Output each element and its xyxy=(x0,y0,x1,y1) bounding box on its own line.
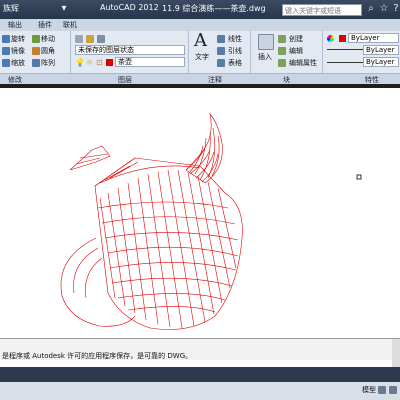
layer-tools-icon[interactable] xyxy=(86,35,94,43)
fillet-button[interactable]: 圆角 xyxy=(41,46,55,56)
insert-block-icon[interactable] xyxy=(258,34,274,50)
lineweight-dropdown[interactable]: ByLayer xyxy=(363,57,399,67)
mirror-icon[interactable] xyxy=(2,47,10,55)
scale-icon[interactable] xyxy=(2,59,10,67)
title-bar: 族辉 ▾ AutoCAD 2012 11.9 综合演练——茶壶.dwg 键入关键… xyxy=(0,0,400,19)
search-icon[interactable]: ⌕ xyxy=(365,3,377,15)
edit-attributes-icon[interactable] xyxy=(278,59,286,67)
lock-icon[interactable]: ⊡ xyxy=(96,58,103,67)
app-title: AutoCAD 2012 xyxy=(100,3,159,12)
fillet-icon[interactable] xyxy=(32,47,40,55)
table-button[interactable]: 表格 xyxy=(228,58,242,68)
search-input[interactable]: 键入关键字或短语 xyxy=(282,4,362,16)
edit-button[interactable]: 编辑 xyxy=(289,46,303,56)
leader-button[interactable]: 引线 xyxy=(228,46,242,56)
drawing-area[interactable] xyxy=(0,88,400,338)
layer-state-icon[interactable] xyxy=(97,35,105,43)
lid-band xyxy=(94,157,201,187)
tab-output[interactable]: 输出 xyxy=(8,20,22,30)
array-button[interactable]: 阵列 xyxy=(41,58,55,68)
edit-block-icon[interactable] xyxy=(278,47,286,55)
ucs-marker xyxy=(356,174,362,180)
command-window: 是程序或 Autodesk 许可的应用程序保存，是可靠的 DWG。 xyxy=(0,338,400,368)
status-strip: 模型 xyxy=(0,382,400,400)
app-menu-icon[interactable]: ▾ xyxy=(58,3,70,15)
linetype-preview xyxy=(327,49,363,50)
tab-online[interactable]: 联机 xyxy=(63,20,77,30)
linear-dimension-icon[interactable] xyxy=(217,35,225,43)
lightbulb-icon[interactable]: 💡 xyxy=(75,58,85,67)
title-fragment: 族辉 xyxy=(3,4,19,13)
linetype-dropdown[interactable]: ByLayer xyxy=(363,45,399,55)
linear-button[interactable]: 线性 xyxy=(228,34,242,44)
move-button[interactable]: 移动 xyxy=(41,34,55,44)
sun-icon[interactable]: ☼ xyxy=(86,58,93,67)
insert-button[interactable]: 插入 xyxy=(258,52,272,62)
move-icon[interactable] xyxy=(32,35,40,43)
settings-icon[interactable] xyxy=(389,386,397,394)
rotate-icon[interactable] xyxy=(2,35,10,43)
lid-knob xyxy=(69,145,111,171)
edit-attributes-button[interactable]: 编辑属性 xyxy=(289,58,317,68)
create-button[interactable]: 创建 xyxy=(289,34,303,44)
status-bar: 模型 xyxy=(0,367,400,400)
text-button[interactable]: 文字 xyxy=(195,52,209,62)
teapot-wireframe xyxy=(60,112,362,330)
color-wheel-icon[interactable] xyxy=(327,35,334,42)
layer-state-dropdown[interactable]: 未保存的图层状态 xyxy=(75,45,185,55)
teapot-body xyxy=(94,157,243,330)
layer-properties-icon[interactable] xyxy=(75,35,83,43)
help-icon[interactable]: ? xyxy=(390,3,400,15)
layout-icon[interactable] xyxy=(378,386,386,394)
color-swatch xyxy=(339,35,346,42)
layer-color-swatch xyxy=(106,59,113,66)
array-icon[interactable] xyxy=(32,59,40,67)
current-layer-dropdown[interactable]: 茶壶 xyxy=(115,57,185,67)
lineweight-preview xyxy=(327,62,363,63)
create-block-icon[interactable] xyxy=(278,35,286,43)
rotate-button[interactable]: 旋转 xyxy=(11,34,25,44)
star-icon[interactable]: ☆ xyxy=(378,3,390,15)
model-button[interactable]: 模型 xyxy=(362,385,376,395)
document-title: 11.9 综合演练——茶壶.dwg xyxy=(162,4,266,13)
text-icon[interactable]: A xyxy=(194,30,207,51)
scale-button[interactable]: 缩放 xyxy=(11,58,25,68)
table-icon[interactable] xyxy=(217,59,225,67)
command-scrollbar[interactable] xyxy=(392,339,400,368)
leader-icon[interactable] xyxy=(217,47,225,55)
tab-plugins[interactable]: 插件 xyxy=(38,20,52,30)
teapot-handle xyxy=(60,237,136,327)
color-dropdown[interactable]: ByLayer xyxy=(348,33,399,43)
mirror-button[interactable]: 镜像 xyxy=(11,46,25,56)
